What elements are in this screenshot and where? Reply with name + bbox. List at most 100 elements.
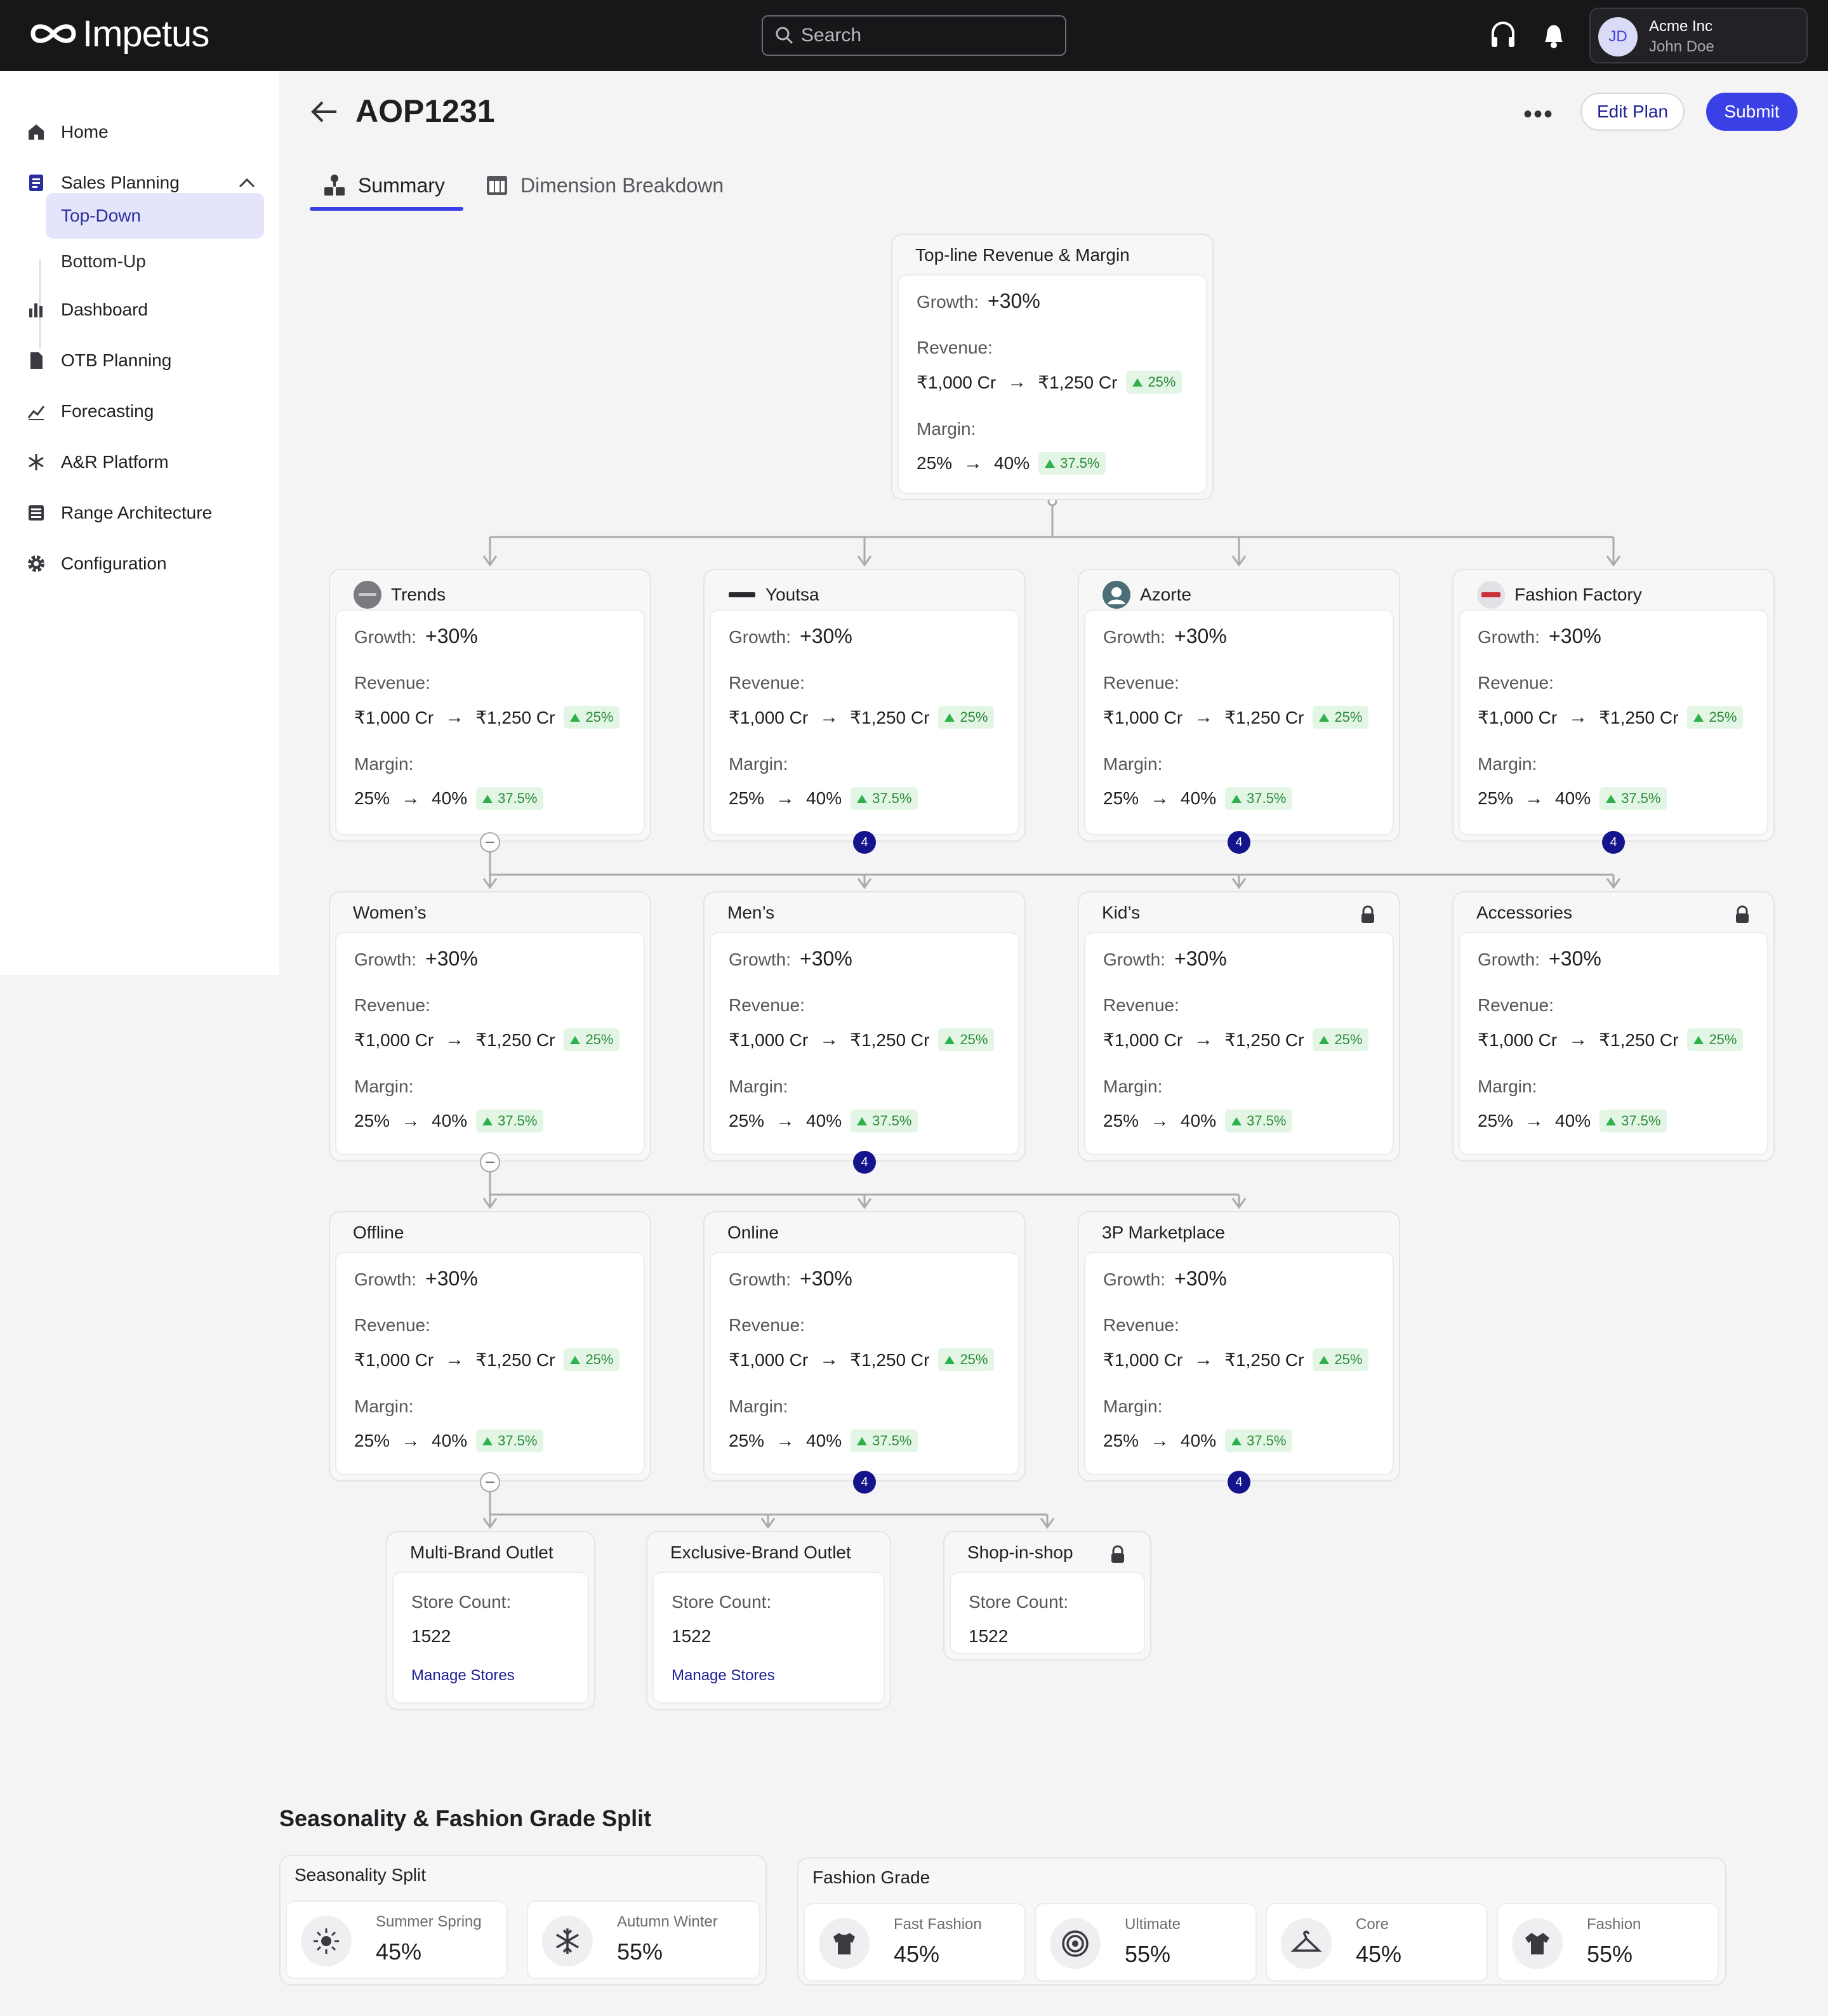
format-card-exclusive-brand-outlet[interactable]: Exclusive-Brand Outlet Store Count: 1522… [646,1531,891,1710]
brand-card-azorte[interactable]: Azorte Growth: +30% Revenue: ₹1,000 Cr → ₹1… [1078,569,1400,842]
margin-change: 37.5% [1621,790,1661,806]
manage-stores-link[interactable]: Manage Stores [411,1667,515,1685]
root-card[interactable]: Top-line Revenue & Margin Growth: +30% Re… [891,234,1214,500]
margin-row: 25% → 40% 37.5% [1103,1110,1293,1132]
metric-summer-spring: Summer Spring 45% [286,1900,508,1979]
margin-from: 25% [354,1431,390,1450]
revenue-label: Revenue: [729,1315,805,1335]
collapse-toggle-icon[interactable] [480,832,500,852]
revenue-from: ₹1,000 Cr [917,372,997,392]
metric-label: Fast Fashion [894,1916,982,1933]
lock-icon [1111,1545,1124,1563]
format-card-shop-in-shop[interactable]: Shop-in-shop Store Count: 1522 [943,1531,1151,1661]
snowflake-icon [542,1916,593,1966]
growth-row: Growth: +30% [1478,947,1601,971]
revenue-label: Revenue: [1103,1315,1179,1335]
arrow-right-icon: → [401,1110,421,1131]
revenue-row: ₹1,000 Cr → ₹1,250 Cr 25% [354,1348,620,1371]
growth-value: +30% [1549,625,1601,647]
brand-card-fashion-factory[interactable]: Fashion Factory Growth: +30% Revenue: ₹1,… [1452,569,1775,842]
revenue-to: ₹1,250 Cr [475,707,555,727]
arrow-right-icon: → [1150,788,1170,809]
seasonality-split-card: Seasonality Split Summer Spring 45% Autu… [279,1855,767,1986]
target-icon [1050,1918,1101,1969]
triangle-up-icon [482,794,493,803]
card-title: Seasonality Split [295,1865,427,1885]
revenue-change-badge: 25% [1313,706,1369,729]
channel-card-offline[interactable]: Offline Growth: +30% Revenue: ₹1,000 Cr → ₹… [329,1211,651,1482]
margin-change-badge: 37.5% [851,787,918,810]
child-count-badge[interactable]: 4 [853,1151,876,1174]
revenue-change-badge: 25% [564,706,620,729]
card-body: Growth: +30% Revenue: ₹1,000 Cr → ₹1,250 Cr… [1459,932,1768,1155]
triangle-up-icon [1231,794,1242,803]
margin-row: 25% → 40% 37.5% [1103,1429,1293,1452]
channel-card-online[interactable]: Online Growth: +30% Revenue: ₹1,000 Cr → ₹1… [703,1211,1026,1482]
child-count-badge[interactable]: 4 [853,831,876,854]
category-card-mens[interactable]: Men’s Growth: +30% Revenue: ₹1,000 Cr → ₹1,… [703,891,1026,1162]
collapse-toggle-icon[interactable] [480,1152,500,1172]
brand-card-youtsa[interactable]: Youtsa Growth: +30% Revenue: ₹1,000 Cr → ₹1… [703,569,1026,842]
revenue-from: ₹1,000 Cr [729,1350,809,1370]
growth-row: Growth: +30% [354,947,478,971]
revenue-label: Revenue: [1478,995,1554,1015]
margin-label: Margin: [1478,754,1537,774]
arrow-right-icon: → [1525,1110,1544,1131]
margin-change: 37.5% [872,1113,912,1129]
category-card-accessories[interactable]: Accessories Growth: +30% Revenue: ₹1,000 … [1452,891,1775,1162]
triangle-up-icon [1132,378,1143,387]
lock-icon [1736,905,1749,923]
margin-to: 40% [1555,788,1591,808]
card-body: Growth: +30% Revenue: ₹1,000 Cr → ₹1,250 Cr… [710,1252,1019,1475]
category-card-kids[interactable]: Kid’s Growth: +30% Revenue: ₹1,000 Cr → ₹1,… [1078,891,1400,1162]
arrow-right-icon: → [445,1029,465,1050]
revenue-row: ₹1,000 Cr → ₹1,250 Cr 25% [1478,1028,1744,1051]
arrow-right-icon: → [445,706,465,727]
arrow-right-icon: → [1150,1430,1170,1451]
triangle-up-icon [1693,713,1704,722]
margin-to: 40% [432,1111,468,1131]
arrow-right-icon: → [1194,1029,1214,1050]
manage-stores-link[interactable]: Manage Stores [672,1667,775,1685]
format-card-multi-brand-outlet[interactable]: Multi-Brand Outlet Store Count: 1522 Man… [386,1531,595,1710]
child-count-badge[interactable]: 4 [1602,831,1625,854]
growth-label: Growth: [729,1270,791,1289]
card-title: Women’s [353,903,427,922]
margin-from: 25% [1478,788,1514,808]
channel-card-3p-marketplace[interactable]: 3P Marketplace Growth: +30% Revenue: ₹1,0… [1078,1211,1400,1482]
card-header: Fashion Factory [1476,580,1642,609]
category-card-womens[interactable]: Women’s Growth: +30% Revenue: ₹1,000 Cr → ₹… [329,891,651,1162]
store-count-value: 1522 [411,1626,451,1646]
growth-label: Growth: [1103,1270,1166,1289]
triangle-up-icon [570,1035,581,1044]
revenue-from: ₹1,000 Cr [729,707,809,727]
margin-row: 25% → 40% 37.5% [1103,787,1293,810]
revenue-row: ₹1,000 Cr → ₹1,250 Cr 25% [1103,1028,1369,1051]
collapse-toggle-icon[interactable] [480,1472,500,1492]
arrow-right-icon: → [401,788,421,809]
triangle-up-icon [1693,1035,1704,1044]
child-count-badge[interactable]: 4 [1228,1471,1250,1494]
metric-ultimate: Ultimate 55% [1035,1903,1257,1982]
triangle-up-icon [857,794,868,803]
margin-label: Margin: [354,1396,414,1416]
brand-card-trends[interactable]: Trends Growth: +30% Revenue: ₹1,000 Cr → ₹1… [329,569,651,842]
card-title: Shop-in-shop [967,1542,1073,1562]
revenue-change: 25% [1334,709,1363,725]
revenue-to: ₹1,250 Cr [1599,1030,1679,1050]
growth-value: +30% [800,947,852,970]
metric-core: Core 45% [1266,1903,1488,1982]
metric-label: Core [1356,1916,1389,1933]
margin-to: 40% [1181,1111,1217,1131]
margin-label: Margin: [1103,754,1163,774]
child-count-badge[interactable]: 4 [853,1471,876,1494]
revenue-change: 25% [585,1031,614,1047]
margin-change-badge: 37.5% [1038,452,1106,475]
metric-autumn-winter: Autumn Winter 55% [527,1900,760,1979]
margin-change-badge: 37.5% [851,1429,918,1452]
revenue-change: 25% [585,1351,614,1367]
revenue-from: ₹1,000 Cr [1103,1350,1183,1370]
margin-change: 37.5% [498,1113,538,1129]
child-count-badge[interactable]: 4 [1228,831,1250,854]
margin-change-badge: 37.5% [476,1429,544,1452]
